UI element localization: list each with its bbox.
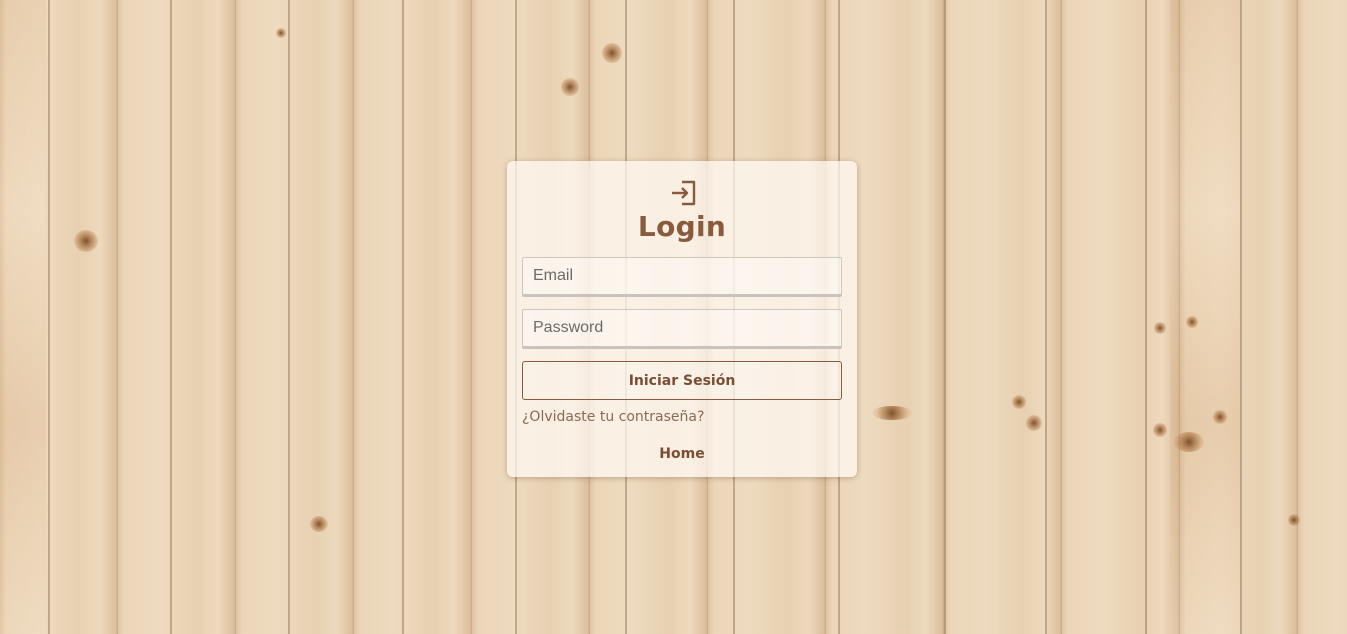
- forgot-password-link[interactable]: ¿Olvidaste tu contraseña?: [522, 409, 704, 425]
- plank-seam: [170, 0, 172, 634]
- wood-knot: [310, 516, 328, 532]
- wood-knot: [602, 43, 622, 63]
- password-field[interactable]: [522, 309, 842, 349]
- wood-knot: [1012, 395, 1026, 409]
- wood-knot: [1288, 514, 1300, 526]
- wood-knot: [276, 28, 286, 38]
- wood-grain: [1170, 0, 1240, 634]
- wood-knot: [1213, 410, 1227, 424]
- plank-seam: [48, 0, 50, 634]
- wood-knot: [74, 230, 98, 252]
- login-enter-icon: [672, 180, 696, 206]
- login-submit-button[interactable]: Iniciar Sesión: [522, 361, 842, 400]
- wood-knot: [1186, 316, 1198, 328]
- wood-knot: [561, 78, 579, 96]
- email-field[interactable]: [522, 257, 842, 297]
- wood-grain: [0, 0, 46, 634]
- home-link[interactable]: Home: [507, 446, 857, 462]
- wood-knot: [1026, 415, 1042, 431]
- wood-knot: [1174, 432, 1204, 452]
- wood-knot: [1154, 322, 1166, 334]
- login-title: Login: [637, 210, 727, 243]
- plank-seam: [1145, 0, 1147, 634]
- plank-seam: [1240, 0, 1242, 634]
- wood-knot: [1153, 423, 1167, 437]
- plank-seam: [402, 0, 404, 634]
- wood-knot: [872, 406, 912, 420]
- plank-seam: [944, 0, 946, 634]
- plank-seam: [1045, 0, 1047, 634]
- plank-seam: [288, 0, 290, 634]
